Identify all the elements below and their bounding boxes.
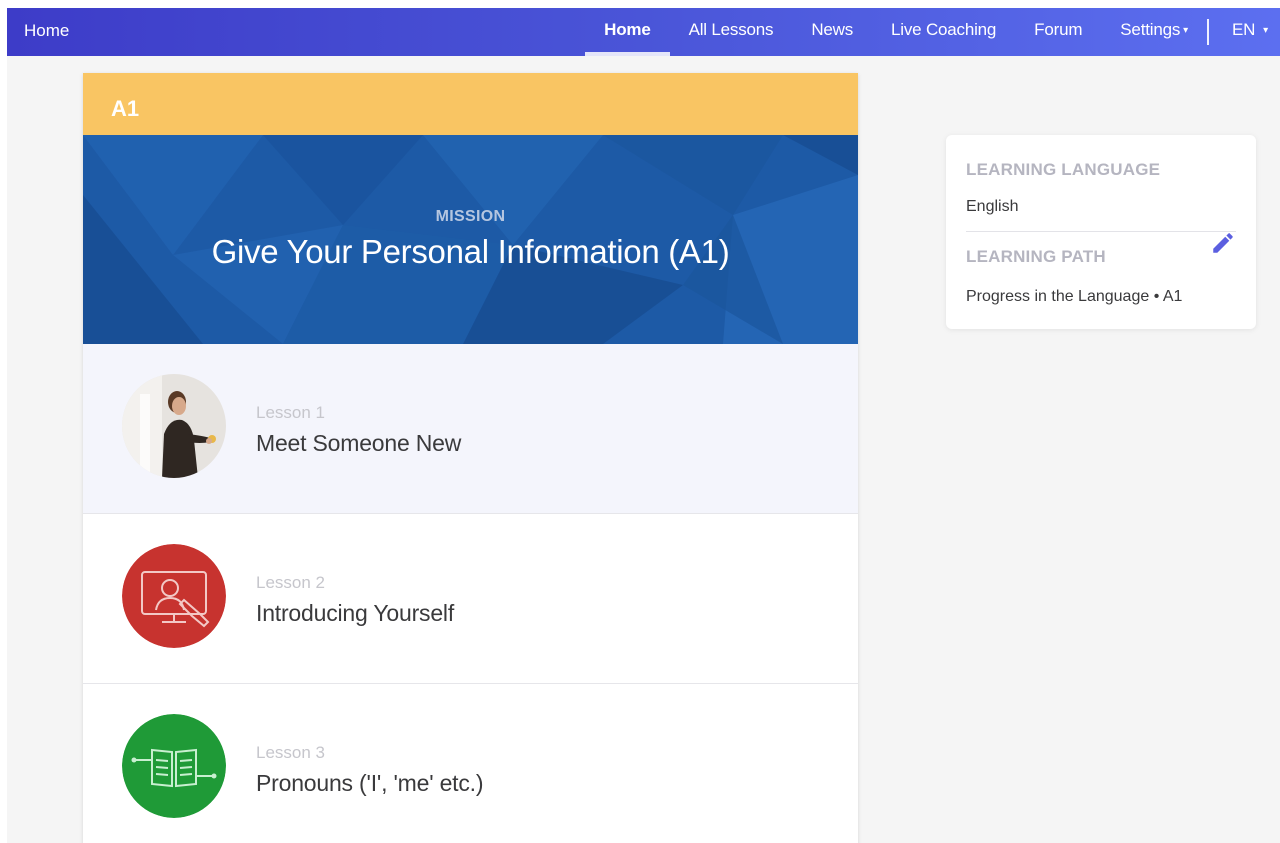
nav-item-forum[interactable]: Forum (1015, 8, 1101, 56)
learning-path-name: Progress in the Language (966, 288, 1150, 305)
learning-language-section: LEARNING LANGUAGE English (966, 135, 1236, 231)
lesson-title: Introducing Yourself (256, 600, 455, 626)
top-navbar: Home Home All Lessons News Live Coaching… (7, 8, 1280, 56)
lesson-2-thumbnail (122, 544, 226, 648)
nav-item-all-lessons[interactable]: All Lessons (670, 8, 793, 56)
video-call-icon (122, 544, 226, 648)
lesson-3-thumbnail (122, 714, 226, 818)
brand-home-link[interactable]: Home (24, 8, 69, 56)
lesson-item-1[interactable]: Lesson 1 Meet Someone New (83, 344, 858, 514)
settings-label: Settings (1120, 20, 1181, 39)
nav-item-news[interactable]: News (792, 8, 872, 56)
chevron-down-icon: ▾ (1183, 25, 1188, 36)
learning-info-card: LEARNING LANGUAGE English LEARNING PATH … (946, 135, 1256, 329)
bullet-separator: • (1153, 288, 1160, 305)
lesson-item-3[interactable]: Lesson 3 Pronouns ('I', 'me' etc.) (83, 684, 858, 843)
mission-title: Give Your Personal Information (A1) (211, 233, 730, 270)
nav-item-settings[interactable]: Settings ▾ (1101, 8, 1207, 56)
woman-photo-icon (122, 374, 226, 478)
nav-divider (1206, 19, 1209, 45)
lesson-number: Lesson 3 (256, 743, 325, 762)
lesson-item-2[interactable]: Lesson 2 Introducing Yourself (83, 514, 858, 684)
chevron-down-icon: ▾ (1263, 25, 1268, 36)
nav-item-home[interactable]: Home (585, 8, 671, 56)
pencil-icon[interactable] (1210, 230, 1236, 256)
nav-item-live-coaching[interactable]: Live Coaching (872, 8, 1015, 56)
app-frame: Home Home All Lessons News Live Coaching… (7, 8, 1280, 843)
language-label: EN (1231, 20, 1256, 39)
nav-menu: Home All Lessons News Live Coaching Foru… (585, 8, 1280, 56)
lesson-number: Lesson 1 (256, 403, 325, 422)
learning-path-value: Progress in the Language • A1 (966, 288, 1236, 306)
lesson-title: Meet Someone New (256, 430, 462, 456)
mission-card: A1 MISSION Give Your Personal Informatio… (83, 73, 858, 843)
learning-language-value: English (966, 198, 1019, 215)
lesson-1-thumbnail (122, 374, 226, 478)
language-selector[interactable]: EN ▾ (1213, 8, 1280, 56)
learning-path-section: LEARNING PATH Progress in the Language •… (966, 232, 1236, 306)
mission-hero: MISSION Give Your Personal Information (… (83, 135, 858, 344)
lesson-title: Pronouns ('I', 'me' etc.) (256, 770, 484, 796)
mission-label: MISSION (435, 208, 506, 225)
learning-path-level: A1 (1162, 288, 1183, 305)
level-badge: A1 (83, 73, 858, 135)
learning-path-label: LEARNING PATH (966, 247, 1106, 266)
open-book-icon (122, 714, 226, 818)
lesson-number: Lesson 2 (256, 573, 325, 592)
learning-language-label: LEARNING LANGUAGE (966, 160, 1161, 179)
